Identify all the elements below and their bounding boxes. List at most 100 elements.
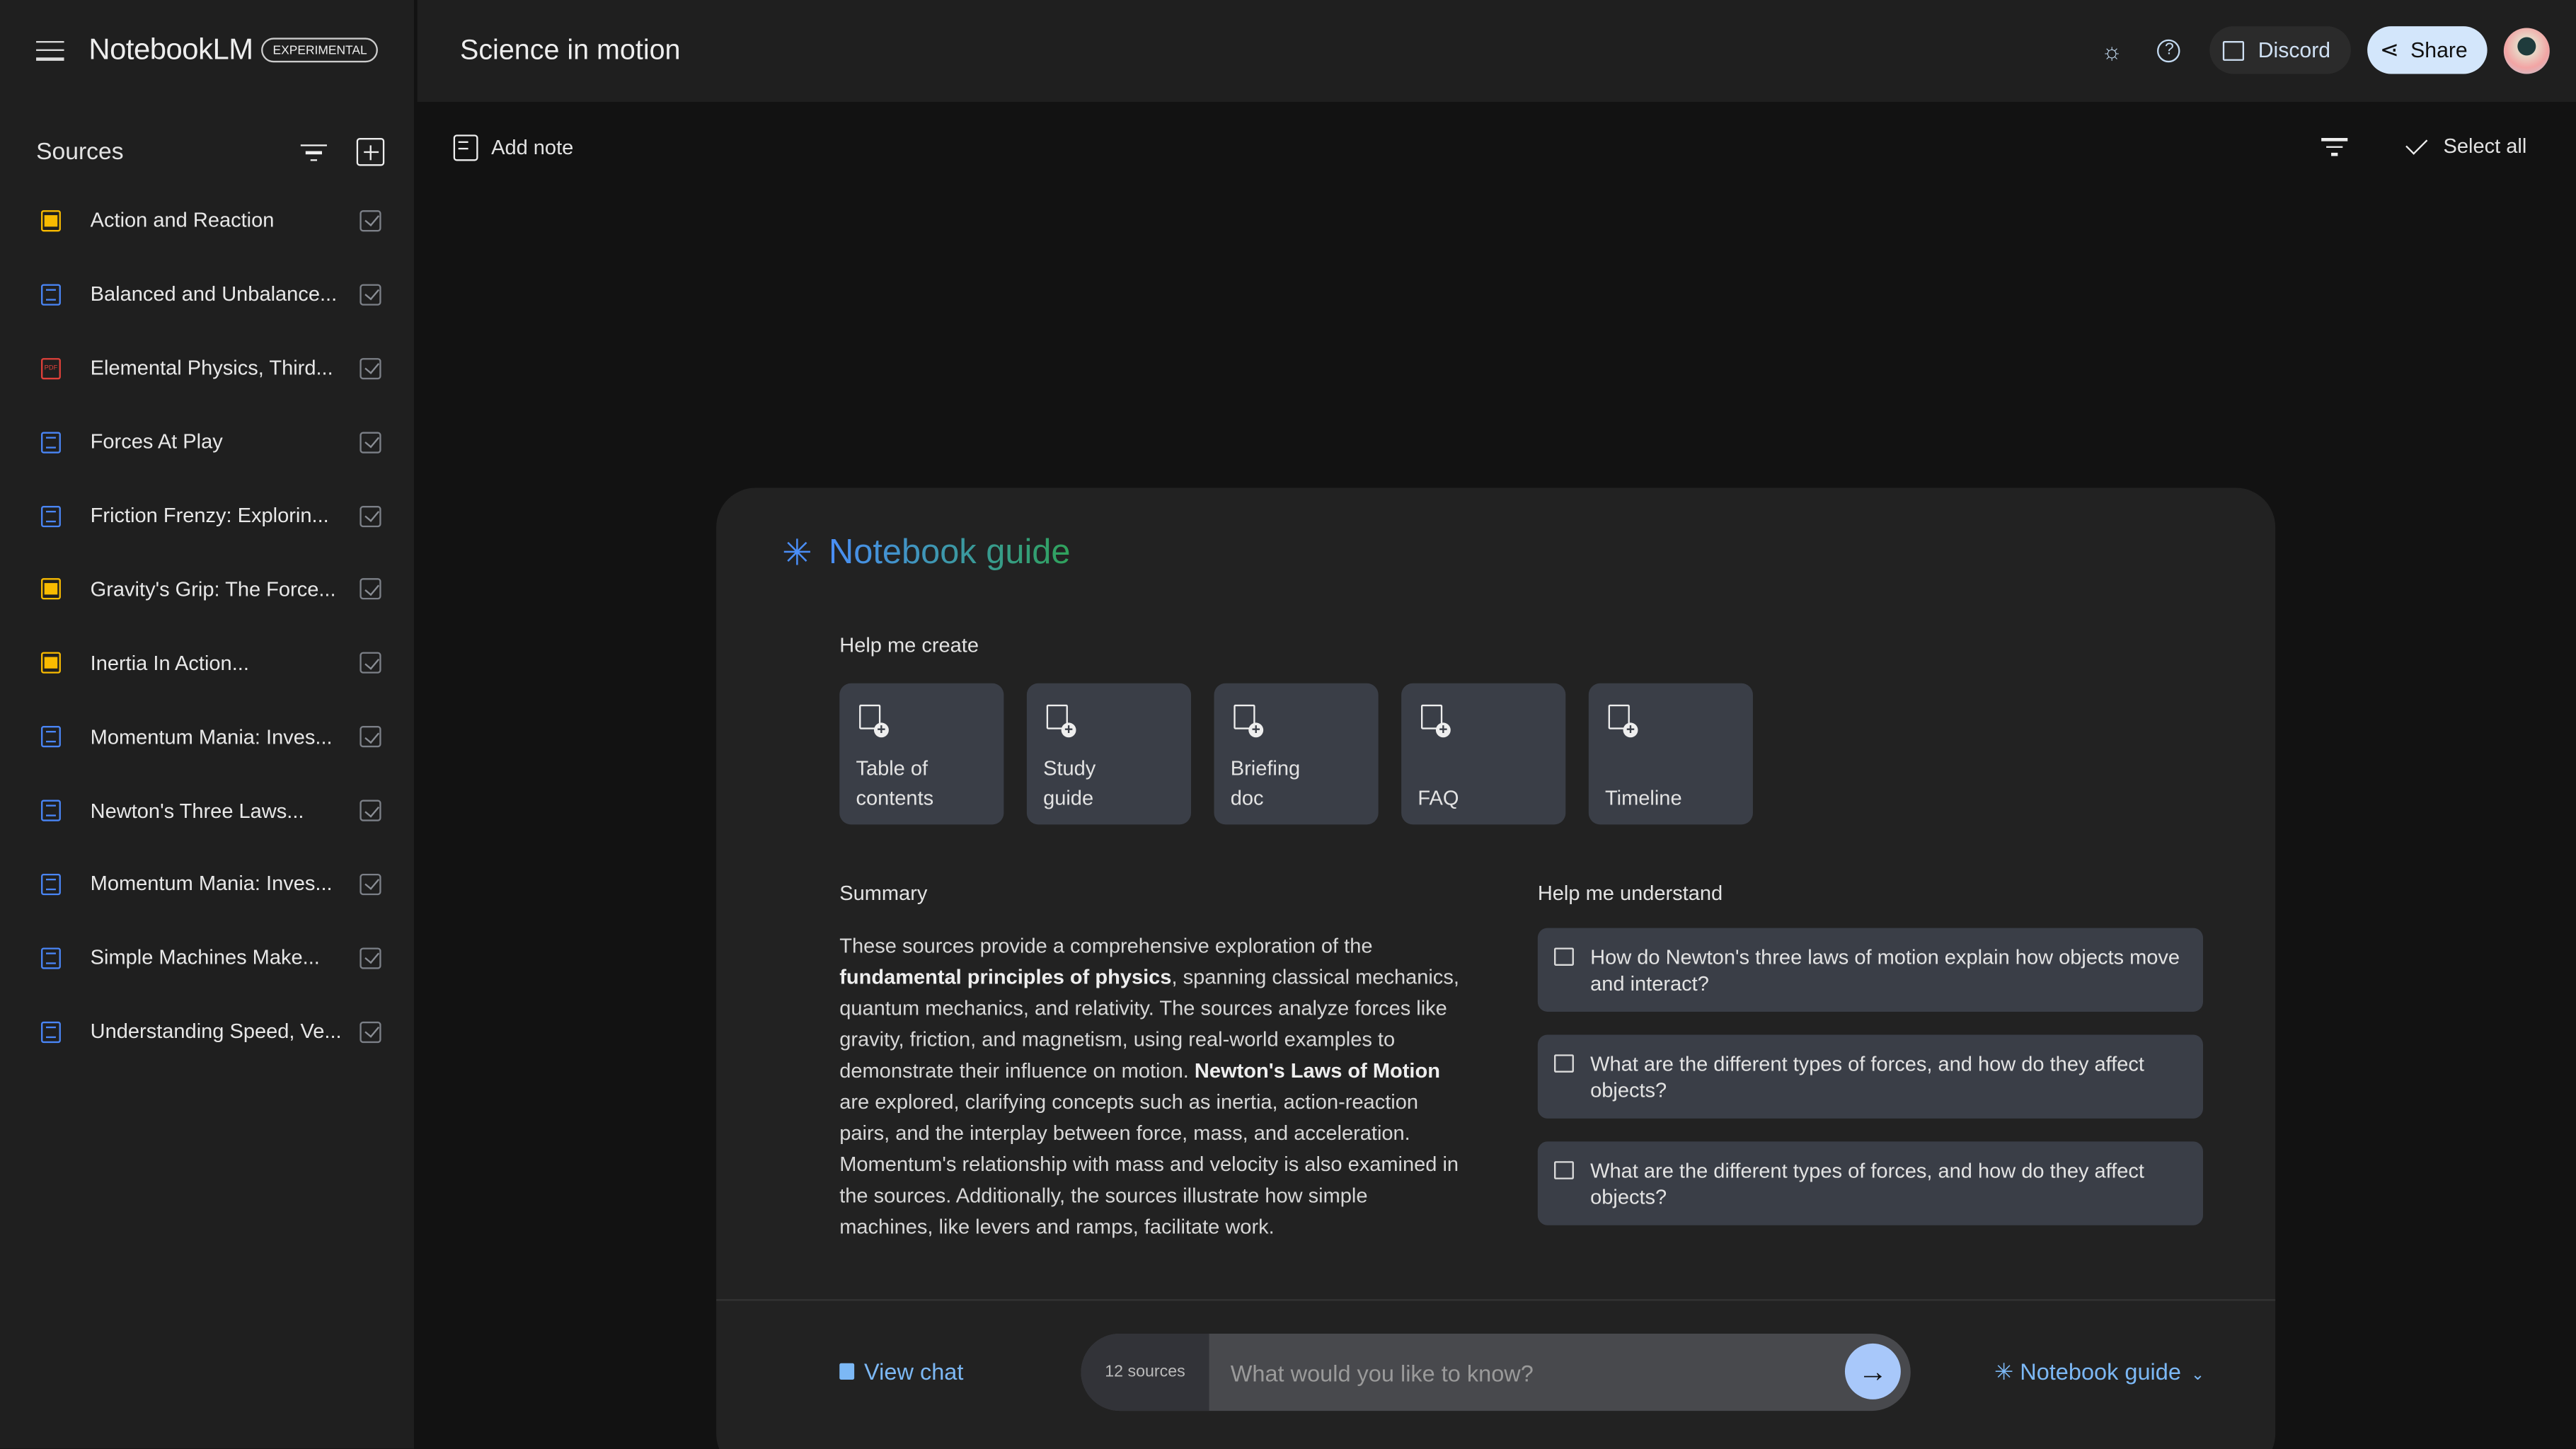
create-card[interactable]: Timeline — [1588, 683, 1753, 825]
source-checkbox[interactable] — [360, 431, 381, 453]
create-cards: Table of contents Study guide Briefing doc FAQ… — [839, 683, 1753, 825]
source-item[interactable]: Forces At Play — [36, 405, 384, 479]
share-button[interactable]: ⋖ Share — [2367, 26, 2488, 74]
app-logo: NotebookLM — [88, 33, 253, 66]
notes-filter-icon[interactable] — [2321, 137, 2348, 156]
question-text: What are the different types of forces, … — [1590, 1158, 2145, 1208]
source-checkbox[interactable] — [360, 799, 381, 821]
source-item[interactable]: Momentum Mania: Inves... — [36, 700, 384, 773]
chat-input[interactable] — [1209, 1333, 1845, 1412]
note-icon — [453, 134, 478, 161]
source-name: Momentum Mania: Inves... — [90, 872, 333, 896]
source-checkbox[interactable] — [360, 504, 381, 527]
experimental-badge: EXPERIMENTAL — [261, 37, 379, 63]
question-chip[interactable]: What are the different types of forces, … — [1537, 1141, 2203, 1225]
summary-span: are explored, clarifying concepts such a… — [839, 1090, 1459, 1239]
source-item[interactable]: PDF Elemental Physics, Third... — [36, 331, 384, 405]
chat-input-box: 12 sources → — [1081, 1333, 1911, 1412]
create-card[interactable]: Table of contents — [839, 683, 1004, 825]
create-card[interactable]: FAQ — [1401, 683, 1566, 825]
question-chip[interactable]: What are the different types of forces, … — [1537, 1034, 2203, 1119]
card-label: Study guide — [1043, 756, 1096, 813]
help-icon[interactable]: ? — [2158, 38, 2181, 62]
suggested-questions: How do Newton's three laws of motion exp… — [1537, 928, 2203, 1249]
source-checkbox[interactable] — [360, 1021, 381, 1043]
source-item[interactable]: Understanding Speed, Ve... — [36, 995, 384, 1068]
doc-file-icon — [41, 799, 61, 821]
source-name: Newton's Three Laws... — [90, 799, 304, 823]
card-label: Briefing doc — [1231, 756, 1300, 813]
source-checkbox[interactable] — [360, 284, 381, 306]
source-item[interactable]: Simple Machines Make... — [36, 921, 384, 995]
share-icon: ⋖ — [2379, 36, 2399, 63]
top-bar: Science in motion ☼ ? Discord ⋖ Share — [417, 0, 2576, 102]
chat-icon — [839, 1363, 855, 1380]
chat-bar: View chat 12 sources → ✳ Notebook guide ⌄ — [716, 1299, 2276, 1449]
filter-icon[interactable] — [300, 142, 327, 162]
card-label: FAQ — [1418, 784, 1459, 813]
view-chat-button[interactable]: View chat — [839, 1358, 963, 1385]
source-checkbox[interactable] — [360, 947, 381, 969]
notebook-title[interactable]: Science in motion — [460, 35, 681, 67]
card-label-line: doc — [1230, 785, 1264, 809]
share-label: Share — [2410, 37, 2468, 63]
doc-add-icon — [1046, 704, 1076, 738]
source-name: Friction Frenzy: Explorin... — [90, 504, 329, 528]
card-label-line: Study — [1043, 757, 1096, 780]
avatar[interactable] — [2503, 27, 2550, 74]
notebook-guide-toggle[interactable]: ✳ Notebook guide ⌄ — [1994, 1358, 2204, 1386]
summary-bold: fundamental principles of physics — [839, 965, 1172, 989]
source-checkbox[interactable] — [360, 726, 381, 748]
source-item[interactable]: Inertia In Action... — [36, 626, 384, 700]
source-count[interactable]: 12 sources — [1081, 1333, 1209, 1412]
pdf-file-icon: PDF — [41, 357, 61, 379]
source-item[interactable]: Action and Reaction — [36, 184, 384, 258]
question-chip[interactable]: How do Newton's three laws of motion exp… — [1537, 928, 2203, 1012]
notes-toolbar: Add note Select all — [418, 102, 2576, 194]
source-item[interactable]: Newton's Three Laws... — [36, 774, 384, 848]
add-note-button[interactable]: Add note — [453, 134, 573, 161]
slides-file-icon — [41, 209, 61, 232]
app-root: NotebookLM EXPERIMENTAL Sources Action a… — [0, 0, 2576, 1449]
source-list: Action and Reaction Balanced and Unbalanc… — [36, 184, 384, 1069]
source-checkbox[interactable] — [360, 652, 381, 674]
source-checkbox[interactable] — [360, 357, 381, 379]
source-checkbox[interactable] — [360, 209, 381, 232]
doc-add-icon — [1421, 704, 1451, 738]
doc-file-icon — [41, 873, 61, 896]
source-item[interactable]: Balanced and Unbalance... — [36, 258, 384, 331]
discord-button[interactable]: Discord — [2210, 26, 2350, 74]
theme-sun-icon[interactable]: ☼ — [2095, 34, 2128, 67]
source-checkbox[interactable] — [360, 873, 381, 896]
help-understand-heading: Help me understand — [1537, 882, 1723, 906]
source-item[interactable]: Friction Frenzy: Explorin... — [36, 479, 384, 553]
notebook-guide-toggle-label: Notebook guide — [2020, 1358, 2181, 1385]
guide-title-text: Notebook guide — [829, 533, 1071, 573]
doc-add-icon — [859, 704, 889, 738]
source-name: Momentum Mania: Inves... — [90, 725, 333, 749]
card-label-line: Table of — [856, 757, 928, 780]
doc-file-icon — [41, 504, 61, 527]
card-label-line: guide — [1043, 785, 1094, 809]
source-name: Forces At Play — [90, 430, 223, 454]
source-name: Simple Machines Make... — [90, 946, 320, 970]
source-checkbox[interactable] — [360, 579, 381, 601]
create-card[interactable]: Briefing doc — [1214, 683, 1379, 825]
hamburger-icon[interactable] — [36, 40, 64, 60]
create-card[interactable]: Study guide — [1026, 683, 1192, 825]
card-label-line: FAQ — [1418, 785, 1459, 809]
doc-file-icon — [41, 947, 61, 969]
card-label-line: Briefing — [1230, 757, 1301, 780]
select-all-button[interactable]: Select all — [2444, 134, 2527, 157]
summary-bold: Newton's Laws of Motion — [1194, 1059, 1440, 1083]
summary-heading: Summary — [839, 882, 928, 906]
source-name: Balanced and Unbalance... — [90, 283, 338, 306]
sparkle-icon: ✳ — [1994, 1358, 2020, 1385]
source-item[interactable]: Momentum Mania: Inves... — [36, 848, 384, 921]
add-source-icon[interactable] — [356, 137, 385, 166]
source-item[interactable]: Gravity's Grip: The Force... — [36, 553, 384, 626]
summary-text: These sources provide a comprehensive ex… — [839, 931, 1460, 1243]
card-label: Table of contents — [856, 756, 933, 813]
send-arrow-icon[interactable]: → — [1844, 1343, 1901, 1399]
card-label: Timeline — [1605, 784, 1682, 813]
